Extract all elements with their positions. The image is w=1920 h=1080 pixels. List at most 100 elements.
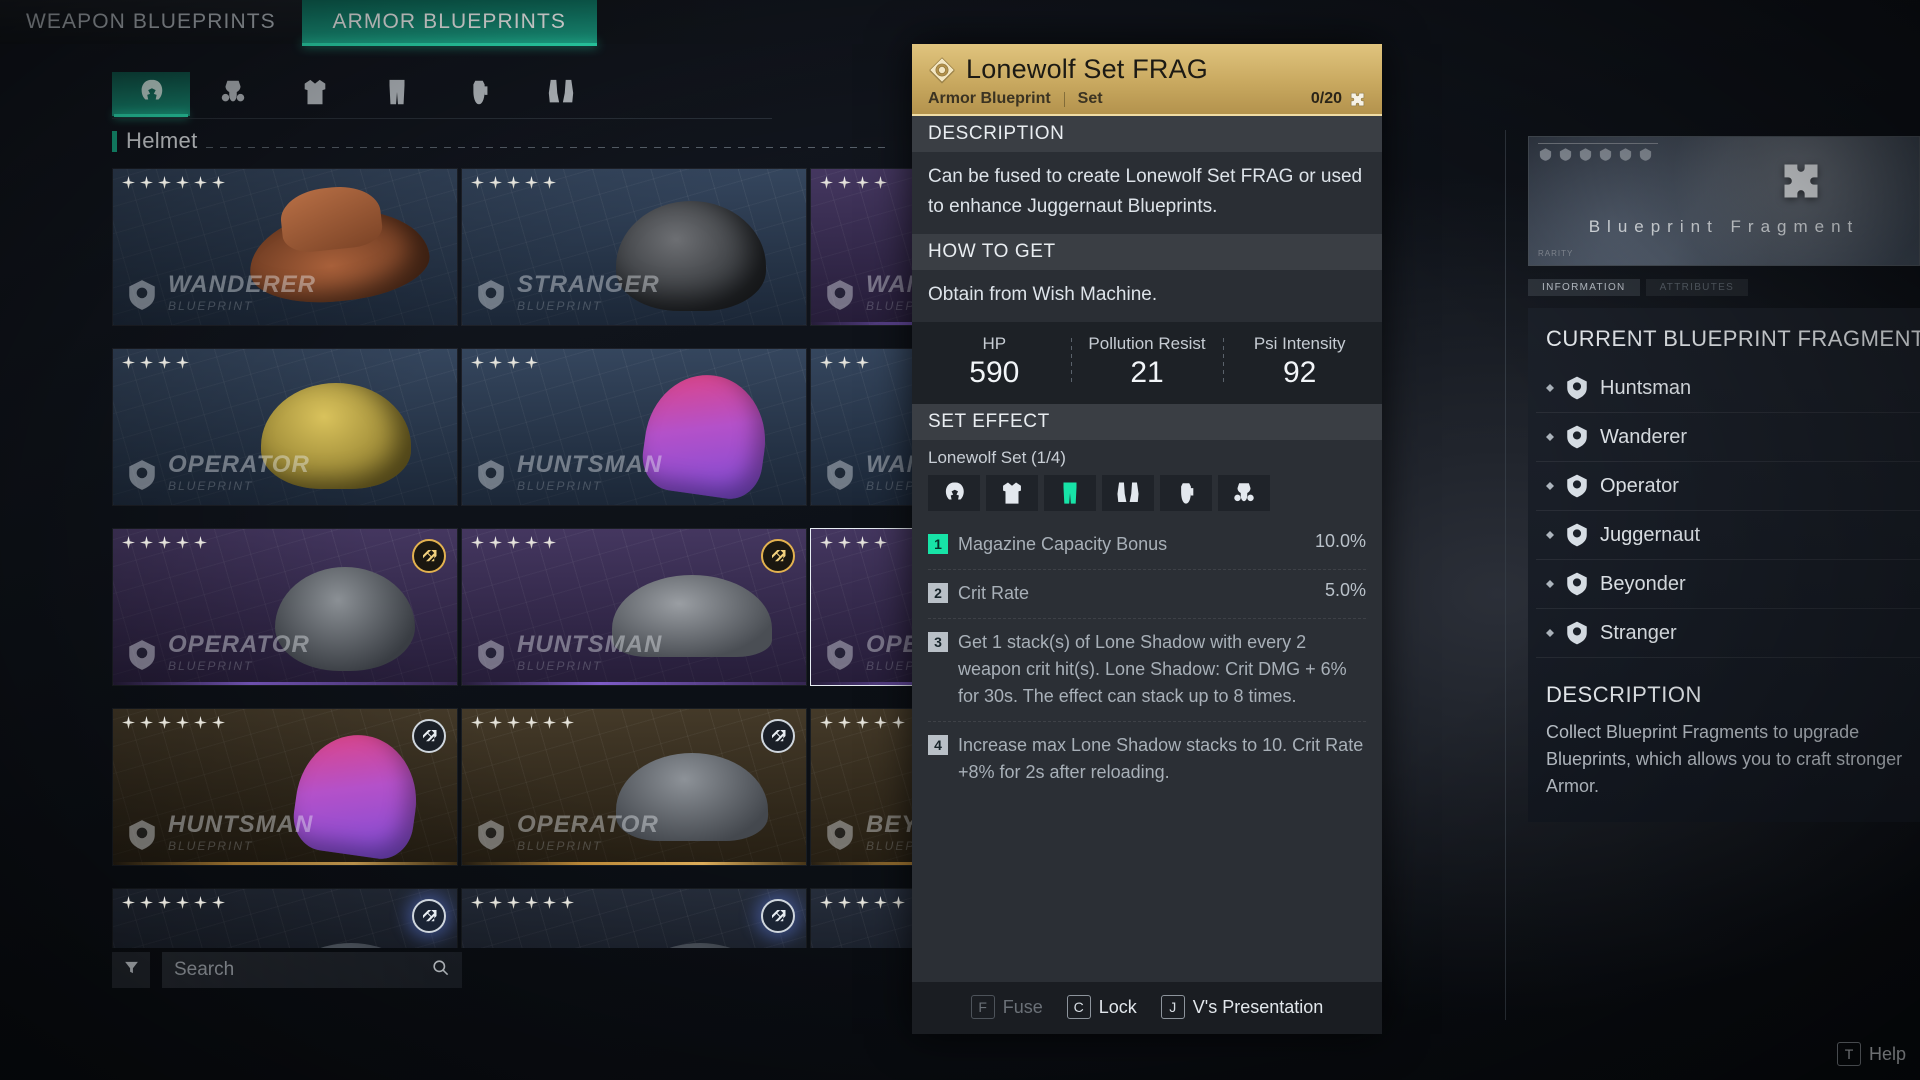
set-slot-mask[interactable] [1218,475,1270,511]
tab-armor-blueprints-label: ARMOR BLUEPRINTS [332,10,566,33]
upgrade-badge[interactable] [412,719,446,753]
tooltip-effect-list: 1 Magazine Capacity Bonus 10.0% 2 Crit Rate 5… [912,521,1382,982]
fragment-list[interactable]: Huntsman Wanderer Operator Juggernaut Beyond… [1528,364,1920,658]
keybind-hint-fuse: F Fuse [970,995,1043,1019]
blueprint-card[interactable]: WANDERERBLUEPRINT [810,168,912,326]
rarity-star [507,356,520,369]
beyonder-faction-icon [823,818,857,852]
blueprint-card[interactable]: OPERATORBLUEPRINT [112,528,458,686]
set-effect-text: Crit Rate [958,583,1030,603]
set-slot-chest[interactable] [986,475,1038,511]
stat-value: 92 [1282,356,1317,389]
fragment-row-operator[interactable]: Operator [1536,462,1920,511]
rarity-star [140,716,153,729]
blueprint-card[interactable]: HUNTSMAN BLUEPRINT [461,528,807,686]
rarity-star [158,356,171,369]
card-faction-name: WANDERER [866,451,912,478]
keybind-label: Lock [1098,996,1137,1017]
blueprint-card[interactable]: HUNTSMAN BLUEPRINT [461,348,807,506]
category-boots[interactable] [522,72,600,116]
mini-faction-icon [1599,148,1612,161]
search-input[interactable] [174,959,431,981]
set-slot-gloves[interactable] [1160,475,1212,511]
stat-label: HP [982,334,1007,353]
keybind-hint-v-s-presentation[interactable]: J V's Presentation [1160,995,1323,1019]
tab-armor-blueprints[interactable]: ARMOR BLUEPRINTS [301,0,597,46]
stranger-faction-icon [1564,620,1590,646]
upgrade-badge[interactable] [412,899,446,933]
tooltip-howto-text: Obtain from Wish Machine. [928,284,1158,305]
fragment-row-juggernaut[interactable]: Juggernaut [1536,511,1920,560]
tooltip-fragment-count: 0/20 [1310,90,1342,107]
tooltip-item-type: Set [1077,90,1103,107]
operator-faction-icon [1564,473,1590,499]
wanderer-faction-icon [125,278,159,312]
blueprint-card[interactable]: STRANGER BLUEPRINT [461,168,807,326]
rarity-star [874,716,887,729]
keybind-hint-lock[interactable]: C Lock [1066,995,1137,1019]
blueprint-card[interactable]: WANDERERBLUEPRINT [810,348,912,506]
card-rarity-glow [462,682,806,685]
help-hint-label: Help [1868,1043,1906,1064]
help-hint[interactable]: T Help [1836,1042,1906,1066]
blueprint-card[interactable] [112,888,458,948]
faction [1567,523,1587,547]
blueprint-grid[interactable]: WANDERERBLUEPRINTSTRANGERBLUEPRINTWANDER… [112,168,912,948]
tooltip-howto-body: Obtain from Wish Machine. [912,270,1382,322]
category-helmet[interactable] [112,72,190,117]
category-chest[interactable] [276,72,354,116]
wanderer-faction-icon [823,458,857,492]
set-effect-value: 5.0% [1324,580,1366,600]
fragment-row-huntsman[interactable]: Huntsman [1536,364,1920,413]
blueprint-card[interactable]: OPERATORBLUEPRINT [461,708,807,866]
rarity-star [158,716,171,729]
category-gloves[interactable] [440,72,518,116]
blueprint-card[interactable]: BEYONDERBLUEPRINT [810,708,912,866]
right-panel-tab[interactable]: ATTRIBUTES [1645,279,1749,296]
upgrade-badge[interactable] [761,539,795,573]
blueprint-card[interactable] [461,888,807,948]
category-underline [112,118,772,119]
right-panel-tab[interactable]: INFORMATION [1528,279,1640,296]
blueprint-card[interactable]: WANDERERBLUEPRINT [112,168,458,326]
blueprint-card[interactable]: OPERATORBLUEPRINT [810,528,912,686]
operator-faction-icon [125,638,159,672]
search-box[interactable] [162,952,462,988]
rarity-star [471,356,484,369]
rarity-star [489,356,502,369]
category-mask[interactable] [194,72,272,116]
tab-weapon-blueprints[interactable]: WEAPON BLUEPRINTS [0,0,302,44]
card-faction-watermark: HUNTSMAN BLUEPRINT [125,813,313,855]
category-legs[interactable] [358,72,436,116]
upgrade-badge[interactable] [761,719,795,753]
right-panel-tabs[interactable]: INFORMATION ATTRIBUTES [1528,279,1920,296]
huntsman-faction-icon [474,458,508,492]
set-slot-legs[interactable] [1044,475,1096,511]
puzzle-piece-icon [1779,159,1823,208]
blueprint-card[interactable]: HUNTSMAN BLUEPRINT [112,708,458,866]
card-faction-sub: BLUEPRINT [866,659,912,673]
rarity-star [194,896,207,909]
operator-faction-icon [474,818,508,852]
set-slot-helmet[interactable] [928,475,980,511]
tooltip-description-header: DESCRIPTION [912,116,1382,152]
fragment-row-stranger[interactable]: Stranger [1536,609,1920,658]
card-faction-name: OPERATOR [866,631,912,658]
set-slot-boots[interactable] [1102,475,1154,511]
fragment-row-beyonder[interactable]: Beyonder [1536,560,1920,609]
rarity-star [122,896,135,909]
card-rarity-glow [462,322,806,325]
blueprint-card[interactable] [810,888,912,948]
card-faction-sub: BLUEPRINT [517,299,603,313]
mini-faction-icon [1579,148,1592,161]
upgrade-badge[interactable] [761,899,795,933]
filter-button[interactable] [112,952,150,988]
upgrade-badge[interactable] [412,539,446,573]
card-rarity-stars [820,716,905,729]
blueprint-card[interactable]: OPERATORBLUEPRINT [112,348,458,506]
tooltip-sub-divider [1063,91,1065,107]
rarity-star [820,536,833,549]
rarity-star [838,176,851,189]
bullet-diamond-icon [1546,531,1554,539]
fragment-row-wanderer[interactable]: Wanderer [1536,413,1920,462]
